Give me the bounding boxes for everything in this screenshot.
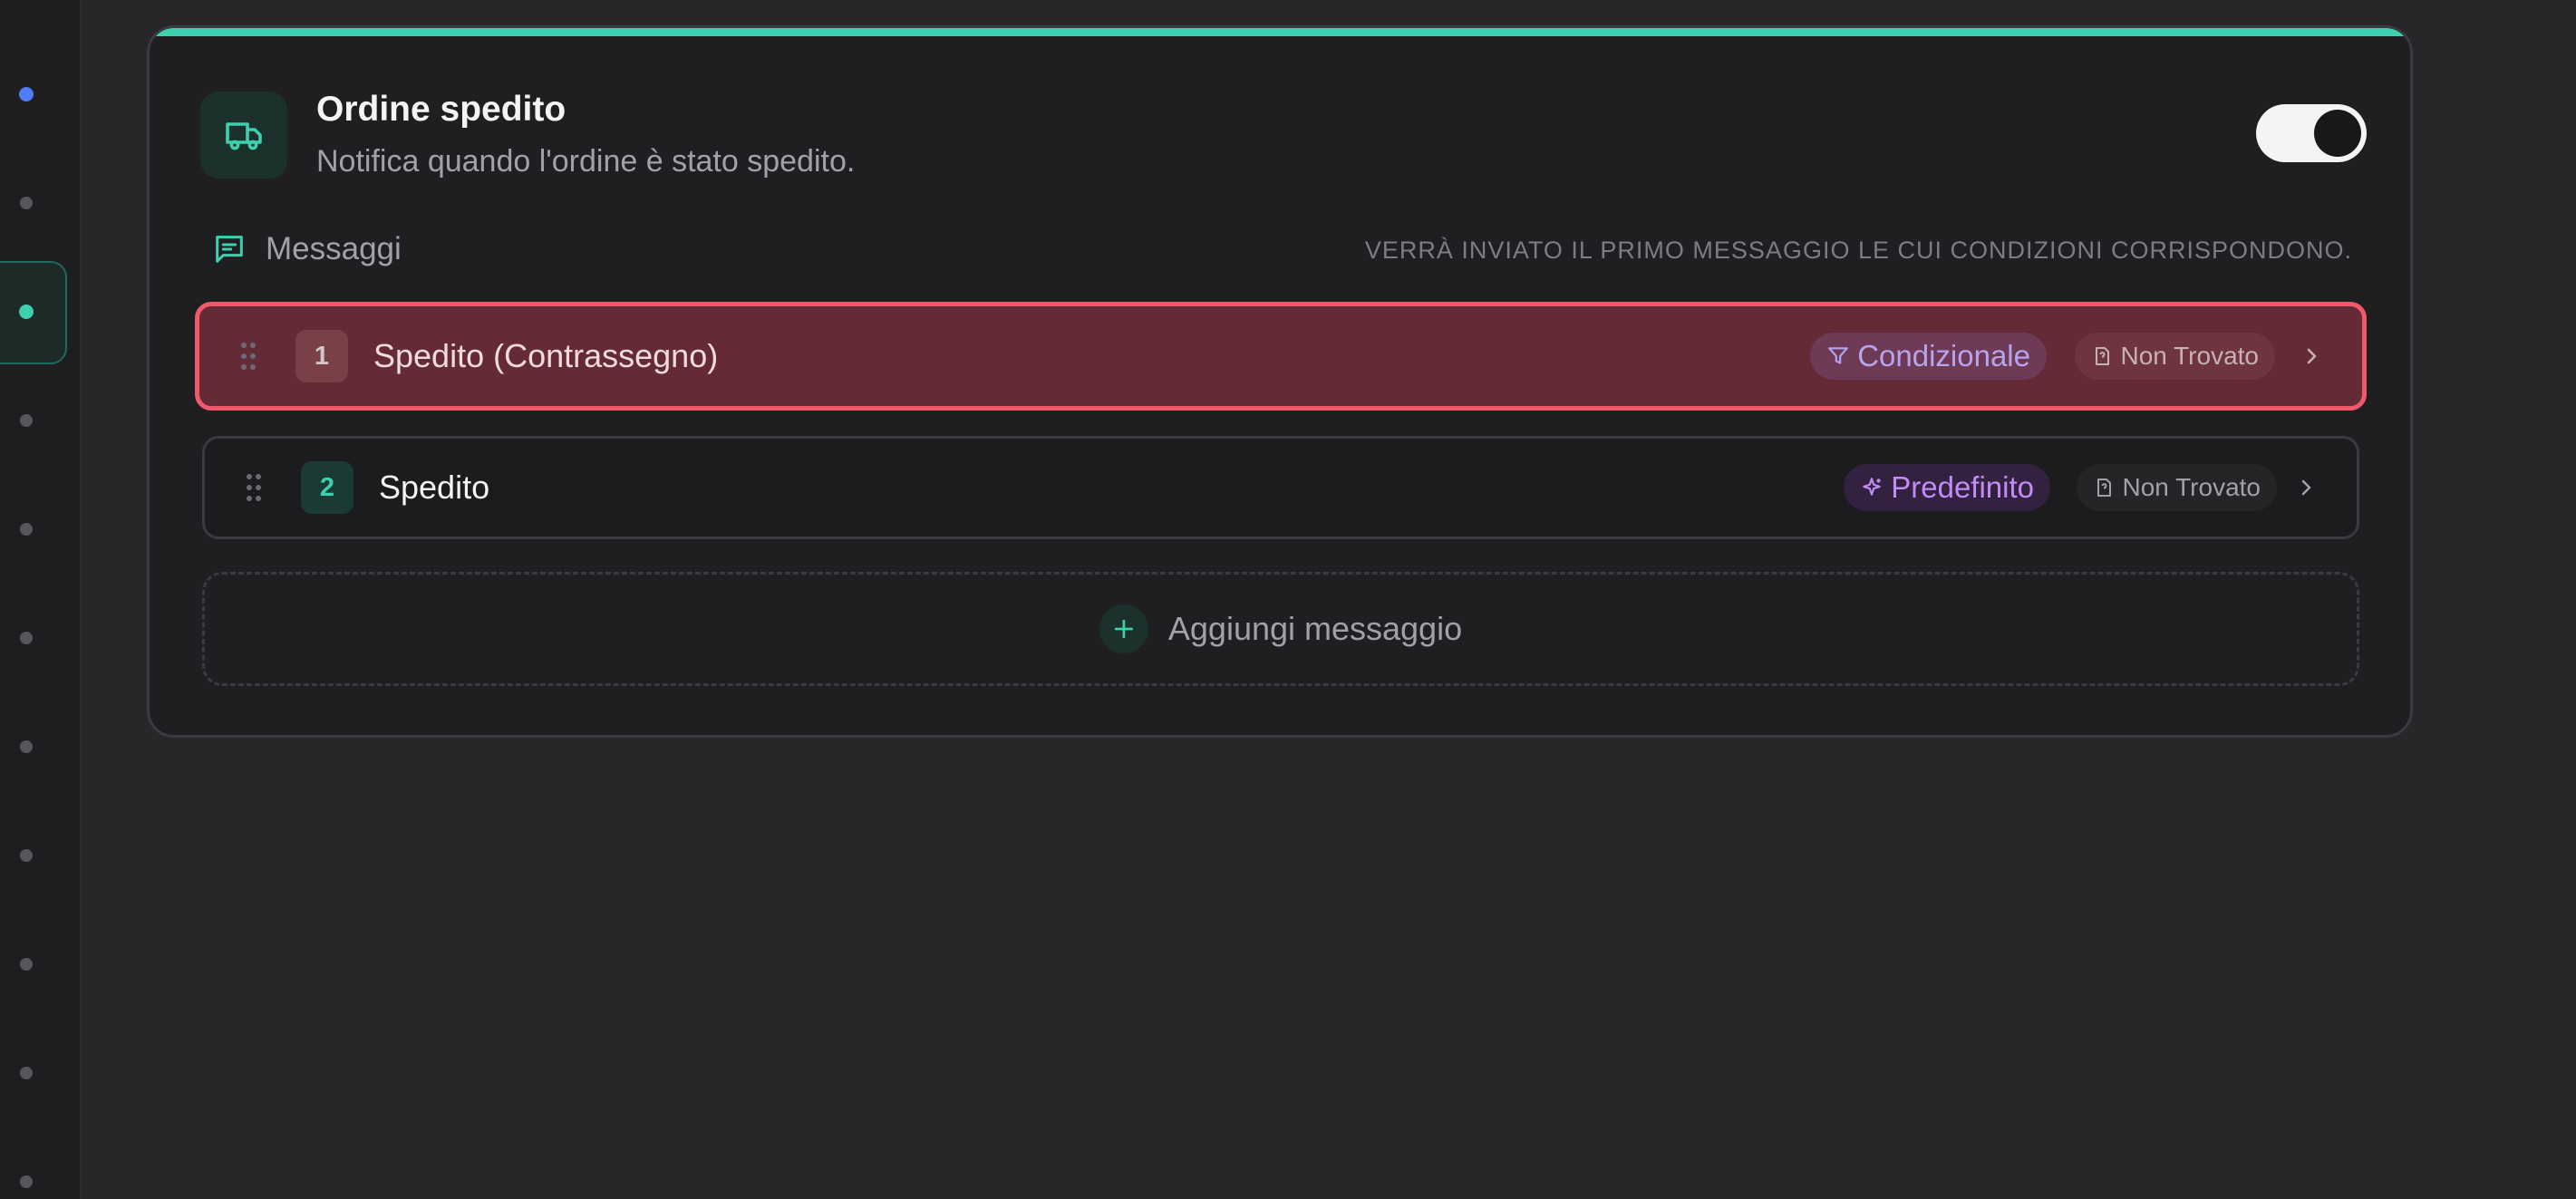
filter-icon (1828, 347, 1849, 364)
message-row[interactable]: 1 Spedito (Contrassegno) Condizionale No… (195, 302, 2367, 411)
enable-toggle[interactable] (2256, 104, 2367, 162)
timeline-dot[interactable] (20, 1067, 33, 1079)
messages-section-hint: VERRÀ INVIATO IL PRIMO MESSAGGIO LE CUI … (1364, 237, 2352, 264)
chevron-right-icon[interactable] (2300, 345, 2322, 367)
drag-handle-icon[interactable] (247, 474, 261, 501)
timeline-dot[interactable] (20, 740, 33, 753)
messages-section-label: Messaggi (266, 231, 402, 266)
toggle-knob (2314, 110, 2361, 157)
timeline-dot[interactable] (19, 87, 34, 102)
status-badge: Non Trovato (2077, 464, 2277, 511)
header-icon-box (200, 92, 287, 179)
timeline-dot[interactable] (20, 197, 33, 209)
timeline-dot[interactable] (20, 958, 33, 971)
timeline-rail (0, 0, 81, 1199)
plus-icon (1099, 604, 1148, 653)
add-message-content: Aggiungi messaggio (1099, 604, 1462, 653)
truck-icon (226, 122, 262, 150)
timeline-dot[interactable] (20, 523, 33, 536)
message-row[interactable]: 2 Spedito Predefinito Non Trovato (202, 436, 2359, 539)
chevron-right-icon[interactable] (2295, 477, 2317, 498)
timeline-dot[interactable] (20, 414, 33, 427)
timeline-dot[interactable] (20, 632, 33, 644)
notification-card: Ordine spedito Notifica quando l'ordine … (147, 25, 2413, 738)
message-name: Spedito (379, 469, 490, 506)
status-badge-label: Non Trovato (2122, 473, 2261, 501)
conditional-badge-label: Condizionale (1857, 339, 2030, 372)
message-number-badge: 2 (301, 461, 353, 514)
message-name: Spedito (Contrassegno) (373, 337, 719, 374)
file-question-icon (2097, 479, 2112, 497)
card-accent-bar (150, 28, 2410, 36)
message-square-icon (216, 236, 243, 263)
default-badge: Predefinito (1844, 464, 2050, 511)
conditional-badge: Condizionale (1810, 333, 2047, 380)
timeline-dot-active[interactable] (19, 305, 34, 319)
timeline-dot[interactable] (20, 1175, 33, 1188)
timeline-dot[interactable] (20, 849, 33, 862)
add-message-button[interactable]: Aggiungi messaggio (202, 572, 2359, 686)
status-badge: Non Trovato (2075, 333, 2275, 380)
card-title: Ordine spedito (316, 90, 567, 129)
status-badge-label: Non Trovato (2120, 342, 2259, 370)
drag-handle-icon[interactable] (241, 343, 256, 370)
message-number-badge: 1 (295, 330, 348, 382)
file-question-icon (2096, 347, 2110, 365)
add-message-label: Aggiungi messaggio (1167, 610, 1463, 647)
timeline-active-step[interactable] (0, 261, 67, 364)
default-badge-label: Predefinito (1891, 470, 2034, 504)
sparkles-icon (1863, 478, 1881, 496)
card-subtitle: Notifica quando l'ordine è stato spedito… (316, 144, 856, 179)
